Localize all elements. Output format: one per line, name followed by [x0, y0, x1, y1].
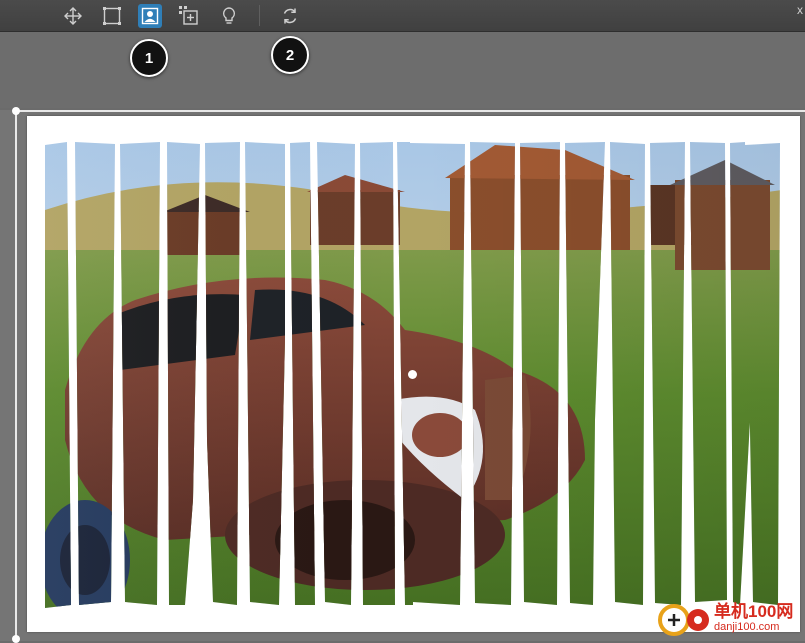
transform-center-point[interactable] — [408, 370, 417, 379]
toolbar-separator — [259, 5, 260, 26]
watermark-url: danji100.com — [714, 620, 780, 633]
watermark-text: 单机100网 danji100.com — [714, 601, 794, 634]
add-dashed-box-icon — [179, 6, 198, 25]
lightbulb-icon — [222, 7, 236, 24]
portrait-tool-button[interactable] — [138, 4, 162, 28]
watermark: 单机100网 danji100.com — [654, 598, 793, 638]
top-toolbar: x — [0, 0, 805, 32]
person-frame-icon — [141, 7, 159, 25]
watermark-main: 单机100网 — [714, 601, 794, 621]
add-frame-tool-button[interactable] — [177, 4, 201, 28]
selection-handle-bottom-left[interactable] — [12, 635, 20, 643]
danji-logo-icon — [658, 604, 709, 636]
refresh-arrows-icon — [283, 8, 297, 24]
rotate-tool-button[interactable] — [278, 4, 302, 28]
selection-frame-top — [15, 110, 805, 112]
selection-frame-left — [15, 110, 17, 641]
selection-handle-top-left[interactable] — [12, 107, 20, 115]
callout-badge-1: 1 — [130, 39, 168, 77]
move-arrows-icon — [64, 7, 82, 25]
move-tool-button[interactable] — [61, 4, 85, 28]
hint-tool-button[interactable] — [217, 4, 241, 28]
callout-badge-2: 2 — [271, 36, 309, 74]
dashed-rectangle-icon — [103, 7, 121, 25]
close-icon[interactable]: x — [797, 3, 803, 17]
crop-frame-tool-button[interactable] — [100, 4, 124, 28]
options-panel — [0, 32, 805, 108]
